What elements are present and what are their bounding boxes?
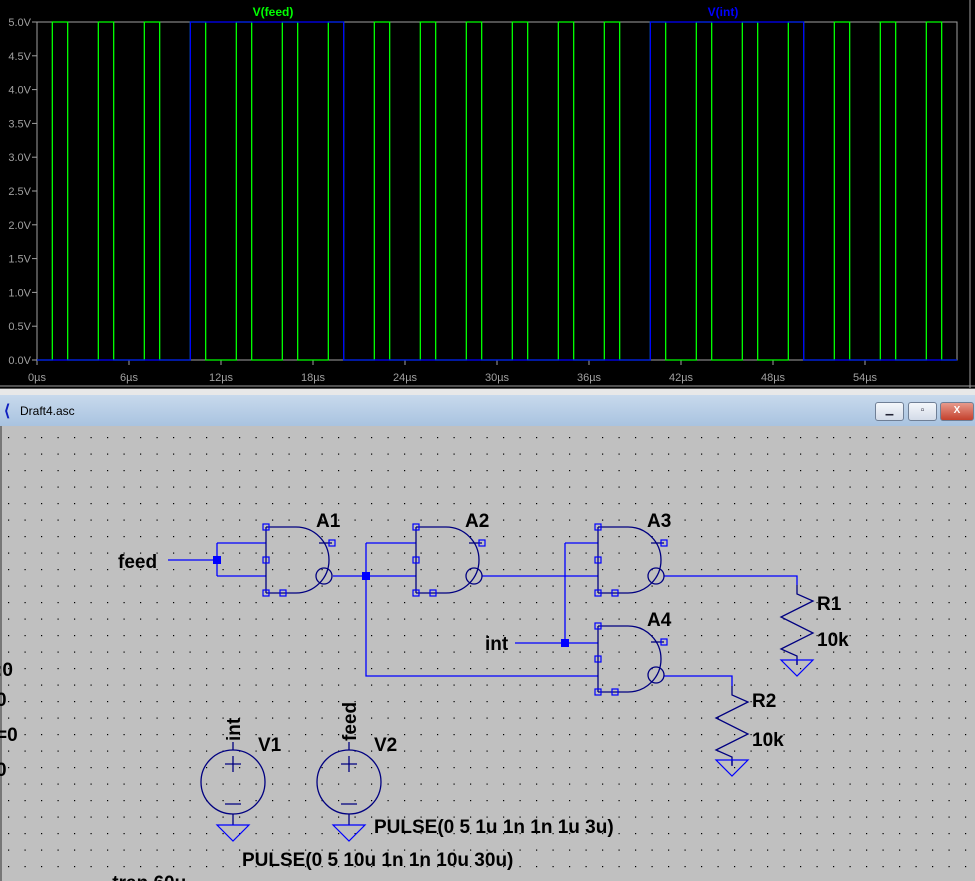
x-tick-label: 12µs bbox=[209, 372, 234, 384]
source-name: V2 bbox=[374, 735, 397, 756]
gate-label: A3 bbox=[647, 511, 671, 532]
restore-button[interactable]: ▫ bbox=[908, 402, 937, 421]
y-tick-label: 0.5V bbox=[8, 321, 31, 333]
gate-label: A2 bbox=[465, 511, 489, 532]
x-tick-label: 24µs bbox=[393, 372, 418, 384]
trace-vfeed bbox=[37, 21, 957, 361]
waveform-viewer[interactable]: 0.0V 0.5V 1.0V 1.5V 2.0V 2.5V 3.0V 3.5V 4.0V 4.5V… bbox=[0, 0, 975, 388]
y-tick-label: 5.0V bbox=[8, 17, 31, 29]
gate-label: A4 bbox=[647, 610, 672, 631]
y-tick-label: 2.0V bbox=[8, 220, 31, 232]
x-tick-label: 48µs bbox=[761, 372, 786, 384]
spice-directive[interactable]: .tran 60u bbox=[107, 873, 186, 881]
source-name: V1 bbox=[258, 735, 282, 756]
schematic-window-titlebar[interactable]: ⟨ Draft4.asc ▁ ▫ X bbox=[0, 395, 975, 427]
y-tick-label: 2.5V bbox=[8, 186, 31, 198]
junction-a1-out bbox=[362, 572, 370, 580]
gate-label: A1 bbox=[316, 511, 341, 532]
resistor-name: R2 bbox=[752, 691, 776, 712]
x-tick-label: 6µs bbox=[120, 372, 138, 384]
svg-text::0: :0 bbox=[0, 660, 13, 681]
svg-text:=0: =0 bbox=[0, 725, 18, 746]
x-tick-label: 36µs bbox=[577, 372, 602, 384]
x-tick-label: 30µs bbox=[485, 372, 510, 384]
y-tick-label: 4.5V bbox=[8, 51, 31, 63]
trace-legend-label[interactable]: V(feed) bbox=[253, 5, 294, 19]
resistor-value: 10k bbox=[817, 630, 849, 651]
waveform-plot[interactable]: 0.0V 0.5V 1.0V 1.5V 2.0V 2.5V 3.0V 3.5V 4.0V 4.5V… bbox=[0, 0, 975, 388]
x-tick-label: 0µs bbox=[28, 372, 46, 384]
x-tick-label: 42µs bbox=[669, 372, 694, 384]
x-tick-label: 54µs bbox=[853, 372, 878, 384]
minimize-button[interactable]: ▁ bbox=[875, 402, 904, 421]
source-value[interactable]: PULSE(0 5 1u 1n 1n 1u 3u) bbox=[374, 817, 614, 838]
junction-feed bbox=[213, 556, 221, 564]
net-label-feed[interactable]: feed bbox=[340, 702, 361, 741]
schematic-canvas[interactable]: A1 A2 A3 A4 feed int R1 10k R2 10k int V… bbox=[0, 426, 975, 881]
y-tick-label: 3.0V bbox=[8, 152, 31, 164]
svg-text:0: 0 bbox=[0, 760, 7, 781]
y-tick-label: 1.0V bbox=[8, 287, 31, 299]
plot-frame bbox=[36, 21, 958, 361]
source-value[interactable]: PULSE(0 5 10u 1n 1n 10u 30u) bbox=[242, 850, 513, 871]
ltspice-icon: ⟨ bbox=[4, 403, 11, 420]
window-title: Draft4.asc bbox=[20, 404, 75, 418]
resistor-name: R1 bbox=[817, 594, 842, 615]
close-button[interactable]: X bbox=[940, 402, 974, 421]
y-tick-label: 3.5V bbox=[8, 118, 31, 130]
y-tick-label: 4.0V bbox=[8, 85, 31, 97]
x-tick-label: 18µs bbox=[301, 372, 326, 384]
trace-vint bbox=[37, 21, 957, 361]
junction-int bbox=[561, 639, 569, 647]
net-label-int[interactable]: int bbox=[224, 717, 245, 741]
y-tick-label: 1.5V bbox=[8, 254, 31, 266]
resistor-value: 10k bbox=[752, 730, 784, 751]
y-tick-label: 0.0V bbox=[8, 355, 31, 367]
svg-text:0: 0 bbox=[0, 690, 7, 711]
trace-legend-label[interactable]: V(int) bbox=[708, 5, 739, 19]
net-label-int[interactable]: int bbox=[485, 634, 509, 655]
pane-splitter[interactable] bbox=[0, 388, 975, 395]
net-label-feed[interactable]: feed bbox=[118, 552, 157, 573]
